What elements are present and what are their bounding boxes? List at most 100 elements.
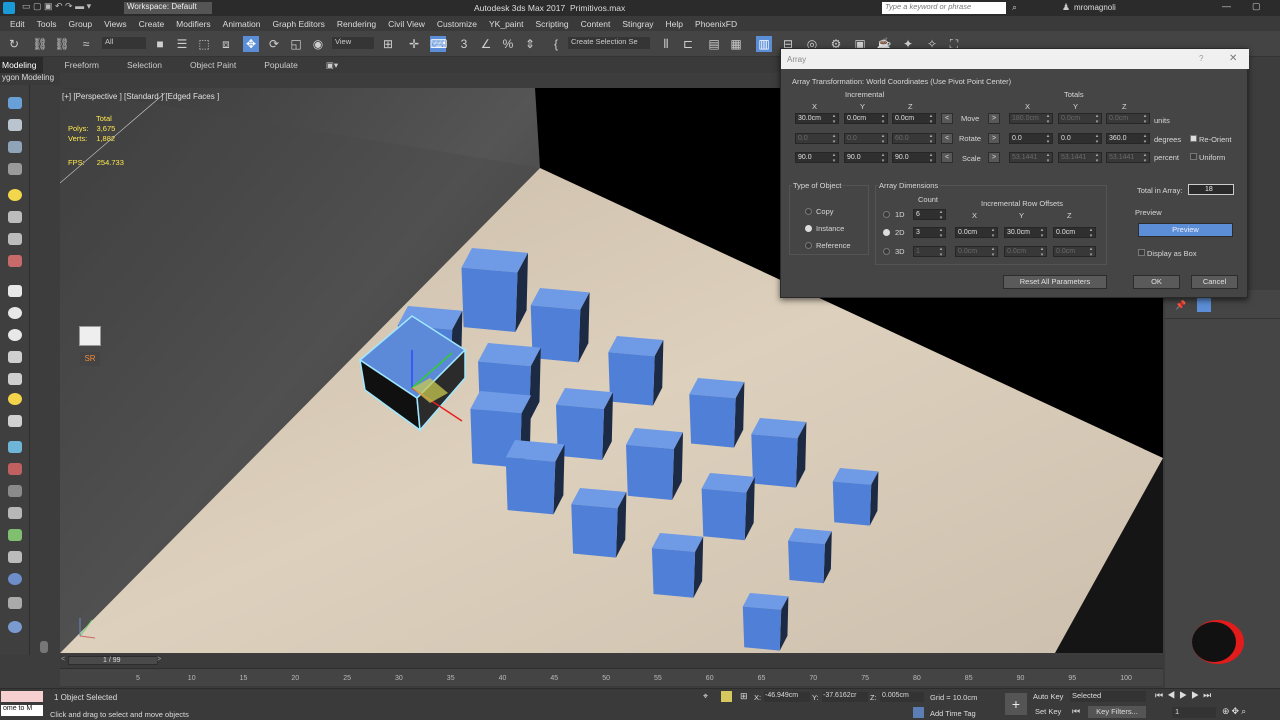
scene-explorer-icon[interactable]: ▦ [728, 36, 744, 52]
selection-filter-dropdown[interactable]: All [102, 37, 146, 49]
key-mode-dropdown[interactable]: Selected [1070, 691, 1146, 702]
bind-spacewarp-icon[interactable]: ≈ [78, 36, 94, 52]
sun-icon[interactable] [8, 393, 22, 405]
x-coord-field[interactable]: -46.949cm [764, 692, 810, 702]
menu-help[interactable]: Help [660, 19, 689, 29]
layer-manager-icon[interactable]: ▤ [706, 36, 722, 52]
modify-panel-icon[interactable] [8, 119, 22, 131]
menu-civil-view[interactable]: Civil View [382, 19, 431, 29]
snaps-toggle-icon[interactable]: 3 [456, 36, 472, 52]
menu-customize[interactable]: Customize [431, 19, 483, 29]
rect-selection-icon[interactable]: ⬚ [196, 36, 212, 52]
instance-radio[interactable] [805, 225, 812, 232]
move-tot-z[interactable]: 0.0cm [1106, 113, 1150, 124]
dim-3d-x[interactable]: 0.0cm [955, 246, 998, 257]
rotate-tot-z[interactable]: 360.0 [1106, 133, 1150, 144]
motion-panel-icon[interactable] [8, 163, 22, 175]
dim-2d-x[interactable]: 0.0cm [955, 227, 998, 238]
menu-create[interactable]: Create [133, 19, 171, 29]
time-slider[interactable]: 1 / 99 [68, 656, 158, 665]
cube-instance[interactable] [608, 336, 664, 406]
menu-animation[interactable]: Animation [217, 19, 267, 29]
move-tot-y[interactable]: 0.0cm [1058, 113, 1102, 124]
rotate-tot-x[interactable]: 0.0 [1009, 133, 1053, 144]
move-inc-y[interactable]: 0.0cm [844, 113, 888, 124]
current-frame-field[interactable]: 1 [1172, 707, 1216, 718]
user-icon[interactable]: ♟ [1062, 2, 1070, 13]
z-coord-field[interactable]: 0.005cm [880, 692, 924, 702]
sphere-icon[interactable] [8, 329, 22, 341]
time-tag-icon[interactable] [913, 707, 924, 718]
rotate-left-arrow[interactable]: < [941, 133, 953, 144]
menu-edit[interactable]: Edit [4, 19, 31, 29]
dim-1d-count[interactable]: 6 [913, 209, 946, 220]
ribbon-options-icon[interactable]: ▣▾ [312, 60, 352, 71]
help-icon[interactable]: ? [1199, 54, 1203, 63]
rotate-inc-z[interactable]: 60.0 [892, 133, 936, 144]
move-inc-z[interactable]: 0.0cm [892, 113, 936, 124]
cone-icon[interactable] [8, 373, 22, 385]
rotate-inc-y[interactable]: 0.0 [844, 133, 888, 144]
edit-named-selection-icon[interactable]: { [548, 36, 564, 52]
rotate-right-arrow[interactable]: > [988, 133, 1000, 144]
link-icon[interactable]: ⛓ [32, 36, 48, 52]
ribbon-tab-freeform[interactable]: Freeform [43, 60, 113, 70]
absolute-mode-icon[interactable]: ⊞ [740, 691, 748, 702]
cube-instance[interactable] [701, 473, 755, 541]
torus-icon[interactable] [8, 351, 22, 363]
dim-2d-count[interactable]: 3 [913, 227, 946, 238]
percent-snap-icon[interactable]: % [500, 36, 516, 52]
menu-views[interactable]: Views [98, 19, 133, 29]
cancel-button[interactable]: Cancel [1191, 275, 1238, 289]
display-as-box-checkbox[interactable] [1138, 249, 1145, 256]
cylinder-icon[interactable] [8, 307, 22, 319]
ribbon-tab-object-paint[interactable]: Object Paint [176, 60, 250, 70]
ribbon-tab-modeling[interactable]: Modeling [0, 57, 43, 73]
hierarchy-panel-icon[interactable] [8, 141, 22, 153]
menu-rendering[interactable]: Rendering [331, 19, 382, 29]
cube-instance[interactable] [461, 248, 529, 332]
app-icon[interactable] [3, 2, 15, 14]
cube-instance[interactable] [626, 428, 683, 500]
curve-editor-icon[interactable]: ▥ [756, 36, 772, 52]
cube-instance[interactable] [651, 533, 704, 598]
set-key-icon[interactable]: + [1005, 693, 1027, 715]
cube-instance[interactable] [556, 388, 613, 460]
rotate-tool-icon[interactable]: ⟳ [266, 36, 282, 52]
particle-icon[interactable] [8, 441, 22, 453]
sr-label[interactable]: SR [80, 352, 100, 366]
window-crossing-icon[interactable]: ⧈ [218, 36, 234, 52]
timeline-next-icon[interactable]: > [157, 656, 161, 663]
cube-instance[interactable] [742, 593, 789, 651]
menu-stingray[interactable]: Stingray [616, 19, 659, 29]
ref-coord-dropdown[interactable]: View [332, 37, 374, 49]
hand-icon[interactable] [8, 529, 22, 541]
rotate-tot-y[interactable]: 0.0 [1058, 133, 1102, 144]
menu-group[interactable]: Group [63, 19, 99, 29]
dim-1d-radio[interactable] [883, 211, 890, 218]
create-panel-icon[interactable] [8, 97, 22, 109]
menu-graph-editors[interactable]: Graph Editors [266, 19, 330, 29]
viewport-label[interactable]: [+] [Perspective ] [Standard ] [Edged Fa… [62, 92, 219, 101]
helper-icon[interactable] [8, 233, 22, 245]
move-right-arrow[interactable]: > [988, 113, 1000, 124]
preview-button[interactable]: Preview [1138, 223, 1233, 237]
scale-tot-x[interactable]: 53.1441 [1009, 152, 1053, 163]
nav-controls[interactable]: ⊕✥⌕ [1222, 706, 1248, 717]
cube-instance[interactable] [832, 468, 879, 526]
move-left-arrow[interactable]: < [941, 113, 953, 124]
scale-right-arrow[interactable]: > [988, 152, 1000, 163]
maximize-icon[interactable]: ▢ [1252, 1, 1261, 12]
dim-2d-y[interactable]: 30.0cm [1004, 227, 1047, 238]
dim-3d-y[interactable]: 0.0cm [1004, 246, 1047, 257]
playback-controls[interactable]: ⏮◀▶▶⏭ [1155, 690, 1215, 701]
reorient-checkbox[interactable] [1190, 135, 1197, 142]
quick-access-icons[interactable]: ▭ ▢ ▣ ↶ ↷ ▬ ▾ [22, 1, 91, 12]
cube-instance[interactable] [751, 418, 807, 488]
script-icon[interactable] [8, 597, 22, 609]
person-icon[interactable] [8, 507, 22, 519]
search-icon[interactable]: ⌕ [1012, 2, 1017, 13]
menu-phoenixfd[interactable]: PhoenixFD [689, 19, 743, 29]
timeline[interactable]: < 1 / 99 > 5 10 15 20 25 30 35 40 45 50 55 60 65 70 75… [60, 655, 1165, 687]
select-object-icon[interactable]: ■ [152, 36, 168, 52]
